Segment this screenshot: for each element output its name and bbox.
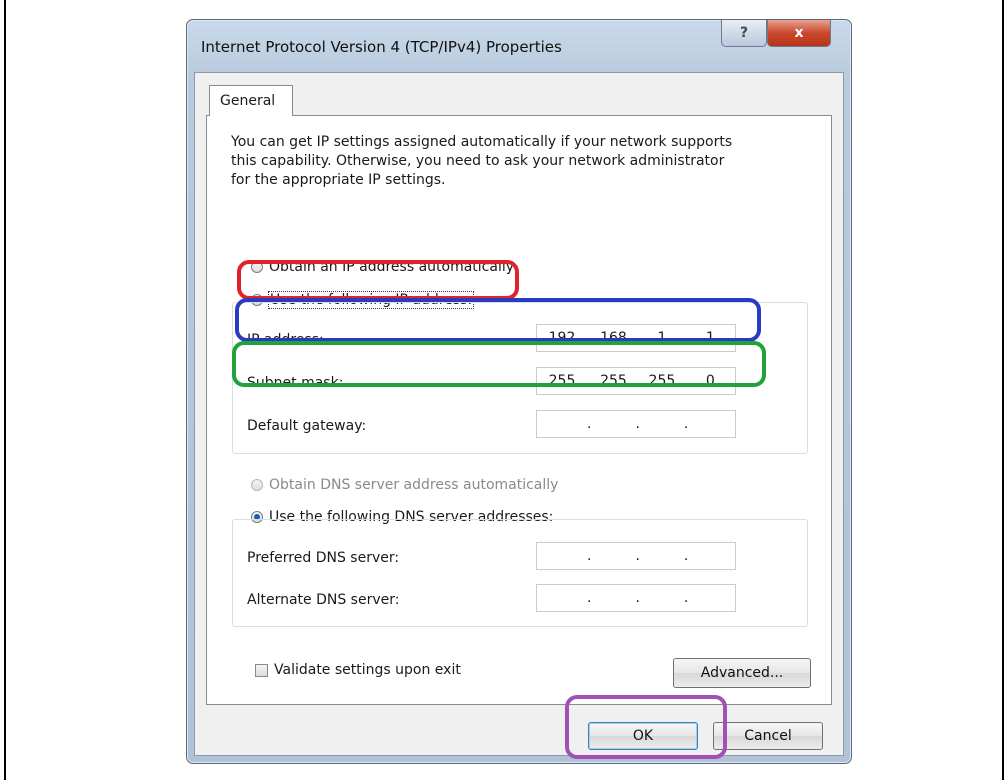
octet-dot: .: [683, 590, 689, 606]
octet-dot: .: [587, 416, 592, 432]
ip-octet-1: 192: [548, 330, 576, 346]
octet-dot: .: [635, 548, 640, 564]
validate-settings-checkbox[interactable]: [255, 663, 268, 677]
obtain-ip-auto-option[interactable]: Obtain an IP address automatically: [251, 259, 514, 275]
advanced-button[interactable]: Advanced...: [673, 658, 811, 688]
preferred-dns-input[interactable]: . . .: [536, 542, 736, 570]
validate-settings-option[interactable]: Validate settings upon exit: [255, 662, 461, 678]
ok-button[interactable]: OK: [588, 722, 698, 750]
ip-octet-3: 1: [657, 330, 667, 346]
mask-octet-3: 255: [648, 373, 676, 389]
mask-octet-1: 255: [548, 373, 576, 389]
octet-dot: .: [587, 590, 592, 606]
default-gateway-input[interactable]: . . .: [536, 410, 736, 438]
close-icon: x: [794, 25, 804, 41]
dialog-title: Internet Protocol Version 4 (TCP/IPv4) P…: [201, 38, 562, 56]
dialog-client-area: General You can get IP settings assigned…: [194, 72, 844, 756]
description-text: You can get IP settings assigned automat…: [231, 134, 733, 188]
obtain-dns-auto-label: Obtain DNS server address automatically: [269, 477, 559, 493]
octet-dot: .: [587, 548, 592, 564]
ip-address-label: IP address:: [247, 332, 324, 348]
obtain-dns-auto-radio[interactable]: [251, 479, 263, 491]
screenshot-border-right: [1002, 0, 1004, 780]
obtain-dns-auto-option[interactable]: Obtain DNS server address automatically: [251, 477, 558, 493]
ipv4-properties-dialog: Internet Protocol Version 4 (TCP/IPv4) P…: [186, 19, 852, 764]
ip-address-input[interactable]: 192. 168. 1. 1: [536, 324, 736, 352]
octet-dot: .: [683, 548, 689, 564]
cancel-button[interactable]: Cancel: [713, 722, 823, 750]
octet-dot: .: [635, 590, 640, 606]
help-button[interactable]: ?: [721, 20, 767, 47]
ip-octet-2: 168: [600, 330, 627, 346]
screenshot-border-left: [4, 0, 6, 780]
subnet-mask-label: Subnet mask:: [247, 375, 344, 391]
validate-settings-label: Validate settings upon exit: [274, 662, 461, 678]
tab-general-label: General: [220, 93, 276, 109]
obtain-ip-auto-radio[interactable]: [251, 261, 263, 273]
octet-dot: .: [635, 416, 640, 432]
tab-general[interactable]: General: [209, 85, 293, 116]
preferred-dns-label: Preferred DNS server:: [247, 550, 400, 566]
ip-octet-4: 1: [705, 330, 715, 346]
octet-dot: .: [683, 416, 689, 432]
subnet-mask-input[interactable]: 255. 255. 255. 0: [536, 367, 736, 395]
mask-octet-4: 0: [705, 373, 715, 389]
obtain-ip-auto-label: Obtain an IP address automatically: [269, 259, 515, 275]
help-icon: ?: [739, 25, 749, 41]
close-button[interactable]: x: [767, 20, 831, 47]
default-gateway-label: Default gateway:: [247, 418, 367, 434]
alternate-dns-label: Alternate DNS server:: [247, 592, 400, 608]
general-tab-panel: You can get IP settings assigned automat…: [206, 115, 832, 705]
mask-octet-2: 255: [600, 373, 627, 389]
alternate-dns-input[interactable]: . . .: [536, 584, 736, 612]
